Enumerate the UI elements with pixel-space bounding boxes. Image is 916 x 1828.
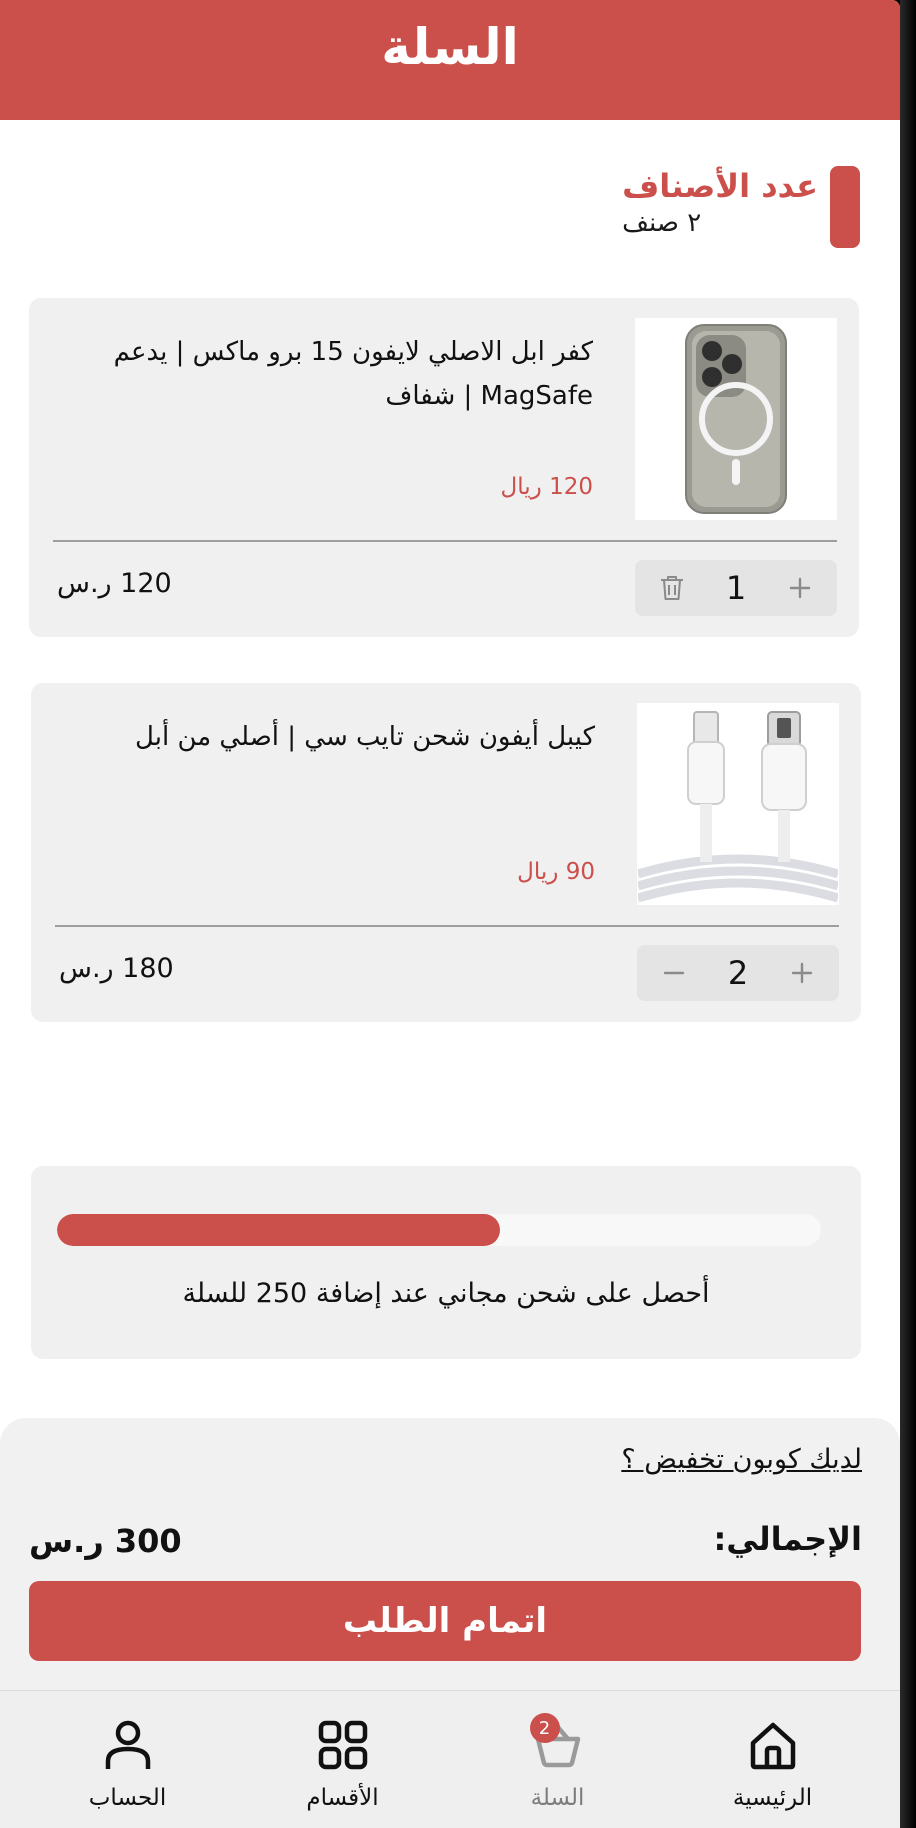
checkout-button[interactable]: اتمام الطلب <box>29 1581 861 1661</box>
plus-icon <box>791 962 813 984</box>
product-unit-price: 90 ريال <box>517 859 595 885</box>
product-name[interactable]: كفر ابل الاصلي لايفون 15 برو ماكس | يدعم… <box>73 330 593 418</box>
user-icon-wrap <box>98 1715 158 1775</box>
line-total: 120 ر.س <box>57 568 172 599</box>
plus-icon <box>789 577 811 599</box>
home-icon-wrap <box>743 1715 803 1775</box>
nav-item-account[interactable]: الحساب <box>33 1715 223 1811</box>
nav-label-account: الحساب <box>88 1785 167 1811</box>
free-shipping-message: أحصل على شحن مجاني عند إضافة 250 للسلة <box>182 1278 710 1309</box>
nav-item-cart[interactable]: 2 السلة <box>463 1713 653 1811</box>
cart-count-badge: 2 <box>529 1713 560 1743</box>
product-unit-price: 120 ريال <box>500 474 593 500</box>
grid-icon-wrap <box>313 1715 373 1775</box>
shipping-progress-track <box>57 1214 821 1246</box>
nav-item-home[interactable]: الرئيسية <box>678 1715 868 1811</box>
total-label: الإجمالي: <box>713 1520 862 1558</box>
increase-quantity-button[interactable] <box>785 573 815 603</box>
quantity-stepper: 1 <box>635 560 837 616</box>
bottom-nav: الرئيسية 2 السلة الأقسام الحساب <box>0 1690 900 1828</box>
quantity-value: 2 <box>727 954 749 992</box>
minus-icon <box>663 971 685 975</box>
divider <box>53 540 837 542</box>
cart-screen: السلة عدد الأصناف ٢ صنف كفر ابل الاصلي ل… <box>0 0 900 1828</box>
page-title: السلة <box>381 18 519 76</box>
quantity-value: 1 <box>725 569 747 607</box>
product-image[interactable] <box>637 703 839 905</box>
remove-item-button[interactable] <box>657 573 687 603</box>
grid-icon <box>318 1720 367 1770</box>
cart-item: كيبل أيفون شحن تايب سي | أصلي من أبل 90 … <box>31 683 861 1022</box>
nav-item-categories[interactable]: الأقسام <box>248 1715 438 1811</box>
decrease-quantity-button[interactable] <box>659 958 689 988</box>
shipping-progress-fill <box>57 1214 501 1246</box>
accent-bar <box>830 166 860 248</box>
divider <box>55 925 839 927</box>
cart-item: كفر ابل الاصلي لايفون 15 برو ماكس | يدعم… <box>29 298 859 637</box>
nav-label-categories: الأقسام <box>306 1785 379 1811</box>
home-icon <box>750 1722 795 1770</box>
clear-magsafe-case-image <box>685 324 787 514</box>
basket-icon-wrap: 2 <box>528 1713 588 1775</box>
items-count-value: ٢ صنف <box>622 208 702 238</box>
coupon-link[interactable]: لديك كوبون تخفيض ؟ <box>621 1444 862 1475</box>
free-shipping-box: أحصل على شحن مجاني عند إضافة 250 للسلة <box>31 1166 861 1359</box>
trash-icon <box>661 576 684 600</box>
nav-label-cart: السلة <box>530 1785 585 1811</box>
increase-quantity-button[interactable] <box>787 958 817 988</box>
device-edge <box>900 0 916 1828</box>
checkout-panel: لديك كوبون تخفيض ؟ الإجمالي: 300 ر.س اتم… <box>0 1418 900 1698</box>
user-icon <box>105 1720 150 1769</box>
line-total: 180 ر.س <box>59 953 174 984</box>
items-count-label: عدد الأصناف <box>622 167 818 205</box>
nav-label-home: الرئيسية <box>732 1785 813 1811</box>
usb-c-lightning-cable-image <box>638 711 838 903</box>
product-name[interactable]: كيبل أيفون شحن تايب سي | أصلي من أبل <box>75 715 595 759</box>
app-header: السلة <box>0 0 900 120</box>
items-count-text: عدد الأصناف ٢ صنف <box>622 166 818 248</box>
total-value: 300 ر.س <box>29 1522 182 1560</box>
items-count: عدد الأصناف ٢ صنف <box>622 166 860 248</box>
product-image[interactable] <box>635 318 837 520</box>
quantity-stepper: 2 <box>637 945 839 1001</box>
